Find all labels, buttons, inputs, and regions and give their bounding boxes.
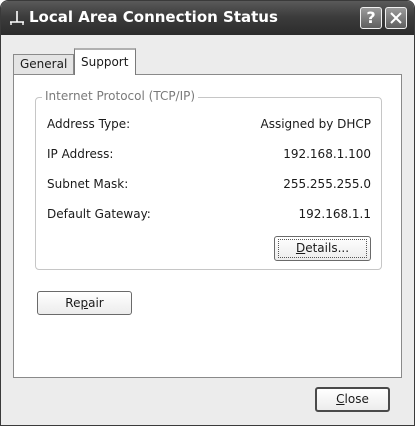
group-title: Internet Protocol (TCP/IP) [42, 89, 199, 103]
subnet-mask-value: 255.255.255.0 [283, 177, 371, 191]
details-button-mnemonic: D [295, 241, 306, 255]
repair-button[interactable]: Repair [37, 291, 132, 315]
repair-button-text-pre: Re [65, 296, 81, 310]
help-icon: ? [366, 8, 376, 27]
default-gateway-value: 192.168.1.1 [298, 207, 371, 221]
repair-button-mnemonic: p [80, 296, 89, 310]
details-button[interactable]: Details... [274, 236, 371, 261]
subnet-mask-label: Subnet Mask: [47, 177, 129, 191]
details-button-text-post: etails... [305, 241, 350, 255]
tcpip-group: Internet Protocol (TCP/IP) Address Type:… [35, 89, 382, 270]
tab-general[interactable]: General [13, 54, 74, 74]
ip-address-label: IP Address: [47, 147, 114, 161]
ip-address-value: 192.168.1.100 [283, 147, 371, 161]
tab-support[interactable]: Support [74, 48, 136, 75]
network-connection-icon [8, 9, 26, 27]
close-window-button[interactable] [385, 7, 407, 29]
default-gateway-label: Default Gateway: [47, 207, 151, 221]
repair-button-text-post: air [88, 296, 104, 310]
tab-general-label: General [20, 57, 68, 71]
tab-support-label: Support [81, 55, 129, 69]
close-icon [390, 12, 402, 24]
window-title: Local Area Connection Status [29, 8, 278, 26]
close-button-mnemonic: C [336, 392, 345, 406]
address-type-value: Assigned by DHCP [260, 117, 372, 131]
dialog-window: Local Area Connection Status ? General S… [0, 0, 415, 426]
close-button-text-post: lose [344, 392, 369, 406]
close-button[interactable]: Close [315, 387, 390, 412]
help-button[interactable]: ? [360, 7, 382, 29]
title-bar[interactable]: Local Area Connection Status ? [1, 1, 414, 35]
support-tab-panel: Internet Protocol (TCP/IP) Address Type:… [13, 74, 402, 378]
address-type-label: Address Type: [47, 117, 131, 131]
